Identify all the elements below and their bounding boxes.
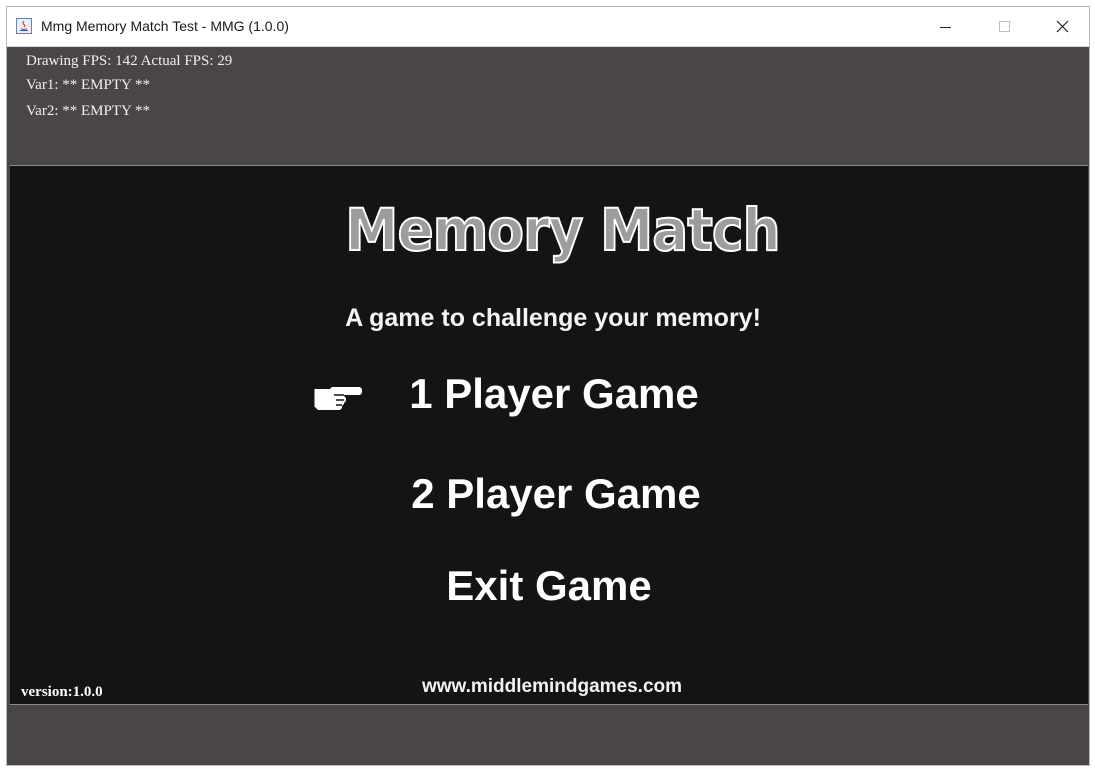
game-logo: Memory Match	[340, 194, 785, 266]
close-button[interactable]	[1035, 7, 1089, 47]
fps-readout: Drawing FPS: 142 Actual FPS: 29	[26, 53, 233, 69]
game-screen: Memory Match A game to challenge your me…	[10, 165, 1088, 705]
maximize-button[interactable]	[977, 7, 1033, 47]
logo-text: Memory Match	[344, 195, 781, 265]
menu-1-player-game[interactable]: 1 Player Game	[10, 370, 1088, 418]
window-title: Mmg Memory Match Test - MMG (1.0.0)	[41, 18, 289, 34]
game-subtitle: A game to challenge your memory!	[345, 304, 761, 332]
app-window: Mmg Memory Match Test - MMG (1.0.0) Draw…	[6, 6, 1090, 766]
menu-exit-game[interactable]: Exit Game	[10, 562, 1088, 610]
maximize-icon	[999, 21, 1010, 32]
var1-readout: Var1: ** EMPTY **	[26, 77, 151, 93]
title-bar[interactable]: Mmg Memory Match Test - MMG (1.0.0)	[7, 7, 1089, 47]
debug-panel: Drawing FPS: 142 Actual FPS: 29 Var1: **…	[7, 47, 1089, 165]
var2-readout: Var2: ** EMPTY **	[26, 103, 151, 119]
menu-2-player-game[interactable]: 2 Player Game	[10, 470, 1088, 518]
close-icon	[1056, 20, 1069, 33]
java-app-icon	[16, 18, 32, 34]
minimize-button[interactable]	[918, 7, 974, 47]
minimize-icon	[940, 27, 951, 28]
website-label: www.middlemindgames.com	[421, 676, 683, 697]
